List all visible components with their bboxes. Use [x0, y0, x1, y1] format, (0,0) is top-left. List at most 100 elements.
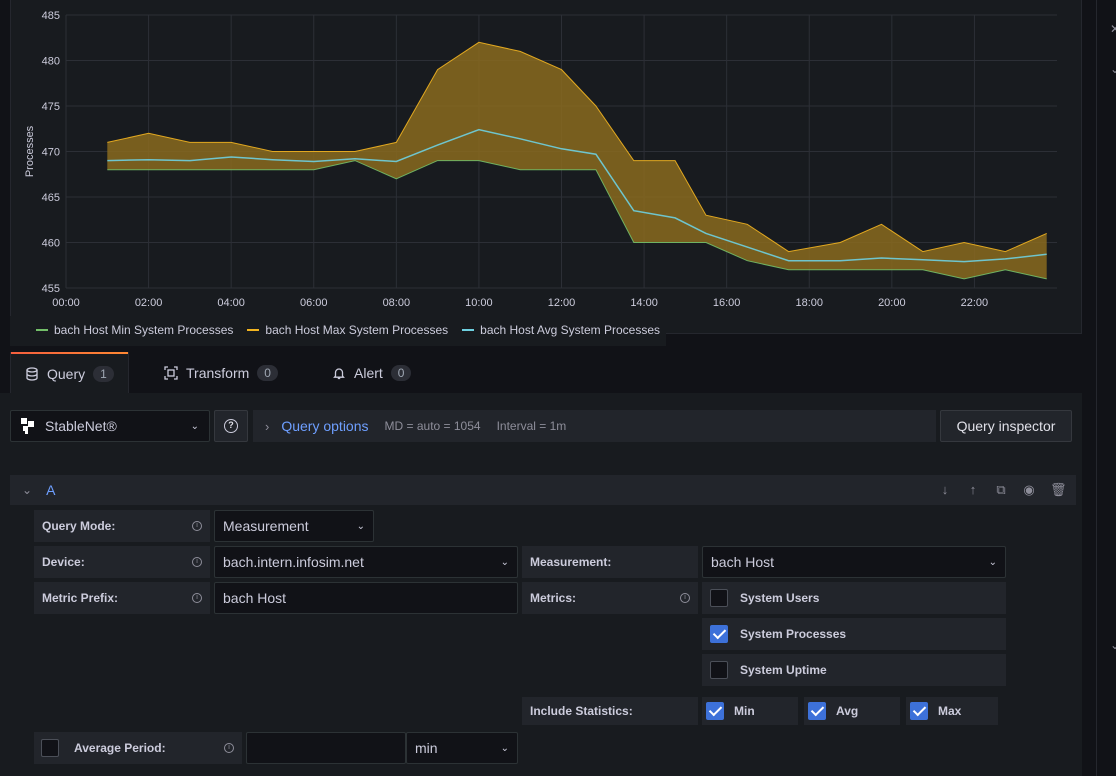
system-users-label: System Users	[740, 591, 820, 605]
measurement-select[interactable]: bach Host ⌄	[702, 546, 1006, 578]
metric-option-system-uptime[interactable]: System Uptime	[702, 654, 1006, 686]
metric-prefix-value: bach Host	[223, 590, 287, 606]
move-up-icon[interactable]: ↑	[966, 482, 980, 497]
device-label-text: Device:	[42, 555, 85, 569]
options-pane-edge[interactable]	[1096, 0, 1116, 776]
y-tick-label: 455	[42, 283, 60, 295]
query-inspector-button[interactable]: Query inspector	[940, 410, 1072, 442]
metrics-label: Metrics: i	[522, 582, 698, 614]
min-checkbox[interactable]	[706, 702, 724, 720]
x-tick-label: 08:00	[383, 297, 411, 309]
x-tick-label: 04:00	[217, 297, 245, 309]
query-row-header[interactable]: ⌄ A	[10, 475, 1076, 505]
tab-transform-label: Transform	[186, 365, 250, 381]
info-icon: i	[192, 521, 202, 531]
average-period-checkbox[interactable]	[41, 739, 59, 757]
x-tick-label: 12:00	[548, 297, 576, 309]
tab-query-count: 1	[93, 365, 114, 382]
x-tick-label: 18:00	[795, 297, 823, 309]
metrics-label-text: Metrics:	[530, 591, 577, 605]
eye-icon[interactable]: ◉	[1022, 482, 1036, 498]
legend-swatch-avg	[462, 329, 475, 331]
x-tick-label: 06:00	[300, 297, 328, 309]
info-icon: i	[224, 743, 234, 753]
metric-prefix-label: Metric Prefix: i	[34, 582, 210, 614]
tab-query-label: Query	[47, 365, 86, 382]
tab-transform-count: 0	[257, 365, 278, 381]
chevron-down-icon: ⌄	[190, 420, 199, 432]
include-statistics-label-text: Include Statistics:	[530, 704, 633, 718]
tab-alert-label: Alert	[354, 365, 383, 381]
chart-legend: bach Host Min System Processes bach Host…	[36, 322, 660, 338]
datasource-picker[interactable]: StableNet® ⌄	[10, 410, 210, 442]
chevron-down-icon: ⌄	[988, 556, 997, 568]
legend-item-avg[interactable]: bach Host Avg System Processes	[462, 323, 660, 337]
measurement-label: Measurement:	[522, 546, 698, 578]
tab-query[interactable]: Query 1	[10, 352, 129, 394]
stat-option-avg[interactable]: Avg	[804, 697, 900, 725]
info-icon: i	[680, 593, 690, 603]
metric-option-system-users[interactable]: System Users	[702, 582, 1006, 614]
chevron-down-icon[interactable]: ⌄	[1110, 62, 1116, 76]
chevron-down-icon: ⌄	[500, 556, 509, 568]
help-icon: ?	[224, 419, 238, 433]
average-period-input[interactable]	[246, 732, 406, 764]
legend-label-avg: bach Host Avg System Processes	[480, 323, 660, 337]
legend-swatch-min	[36, 329, 48, 331]
close-icon[interactable]: ✕	[1110, 22, 1116, 36]
tab-alert[interactable]: Alert 0	[318, 352, 425, 394]
system-uptime-checkbox[interactable]	[710, 661, 728, 679]
x-tick-label: 00:00	[52, 297, 80, 309]
query-options-bar[interactable]: › Query options MD = auto = 1054 Interva…	[253, 410, 936, 442]
duplicate-icon[interactable]: ⧉	[994, 482, 1008, 498]
legend-item-min[interactable]: bach Host Min System Processes	[36, 323, 233, 337]
metric-option-system-processes[interactable]: System Processes	[702, 618, 1006, 650]
y-tick-label: 480	[42, 56, 60, 68]
legend-label-min: bach Host Min System Processes	[54, 323, 234, 337]
move-down-icon[interactable]: ↓	[938, 482, 952, 497]
chevron-right-icon: ›	[265, 418, 270, 434]
query-ref-id[interactable]: A	[46, 482, 55, 498]
system-processes-checkbox[interactable]	[710, 625, 728, 643]
trash-icon[interactable]: 🗑	[1050, 482, 1067, 498]
tab-alert-count: 0	[390, 365, 412, 381]
collapse-chevron-icon[interactable]: ⌄	[22, 483, 32, 497]
x-tick-label: 22:00	[961, 297, 989, 309]
average-period-unit: min	[415, 740, 438, 756]
query-mode-value: Measurement	[223, 518, 309, 534]
datasource-name: StableNet®	[45, 418, 117, 434]
datasource-help-button[interactable]: ?	[214, 410, 248, 442]
avg-label: Avg	[836, 704, 859, 718]
device-select[interactable]: bach.intern.infosim.net ⌄	[214, 546, 518, 578]
chevron-down-icon[interactable]: ⌄	[1110, 638, 1116, 652]
y-tick-label: 460	[42, 238, 60, 250]
system-users-checkbox[interactable]	[710, 589, 728, 607]
interval-info: Interval = 1m	[496, 419, 567, 433]
transform-icon	[164, 366, 178, 380]
chevron-down-icon: ⌄	[500, 742, 509, 754]
stablenet-logo-icon	[21, 418, 34, 434]
stat-option-max[interactable]: Max	[906, 697, 998, 725]
y-tick-label: 485	[42, 10, 60, 22]
average-period-toggle[interactable]	[34, 732, 66, 764]
average-period-unit-select[interactable]: min ⌄	[406, 732, 518, 764]
legend-item-max[interactable]: bach Host Max System Processes	[247, 323, 448, 337]
chart-canvas[interactable]: 455 460 465 470 475 480 485 00:00 02:00 04:00 06:0…	[11, 0, 1083, 334]
device-value: bach.intern.infosim.net	[223, 554, 364, 570]
query-mode-select[interactable]: Measurement ⌄	[214, 510, 374, 542]
average-period-label-text: Average Period:	[74, 741, 166, 755]
x-tick-label: 14:00	[630, 297, 658, 309]
device-label: Device: i	[34, 546, 210, 578]
graph-panel: 455 460 465 470 475 480 485 00:00 02:00 04:00 06:0…	[10, 0, 1082, 334]
avg-checkbox[interactable]	[808, 702, 826, 720]
max-checkbox[interactable]	[910, 702, 928, 720]
database-icon	[26, 366, 38, 381]
stat-option-min[interactable]: Min	[702, 697, 798, 725]
y-tick-label: 465	[42, 192, 60, 204]
average-period-label: Average Period: i	[66, 732, 242, 764]
metric-prefix-input[interactable]: bach Host	[214, 582, 518, 614]
x-tick-label: 02:00	[135, 297, 163, 309]
chevron-down-icon: ⌄	[356, 520, 365, 532]
tab-transform[interactable]: Transform 0	[150, 352, 292, 394]
query-options-label[interactable]: Query options	[281, 418, 368, 434]
